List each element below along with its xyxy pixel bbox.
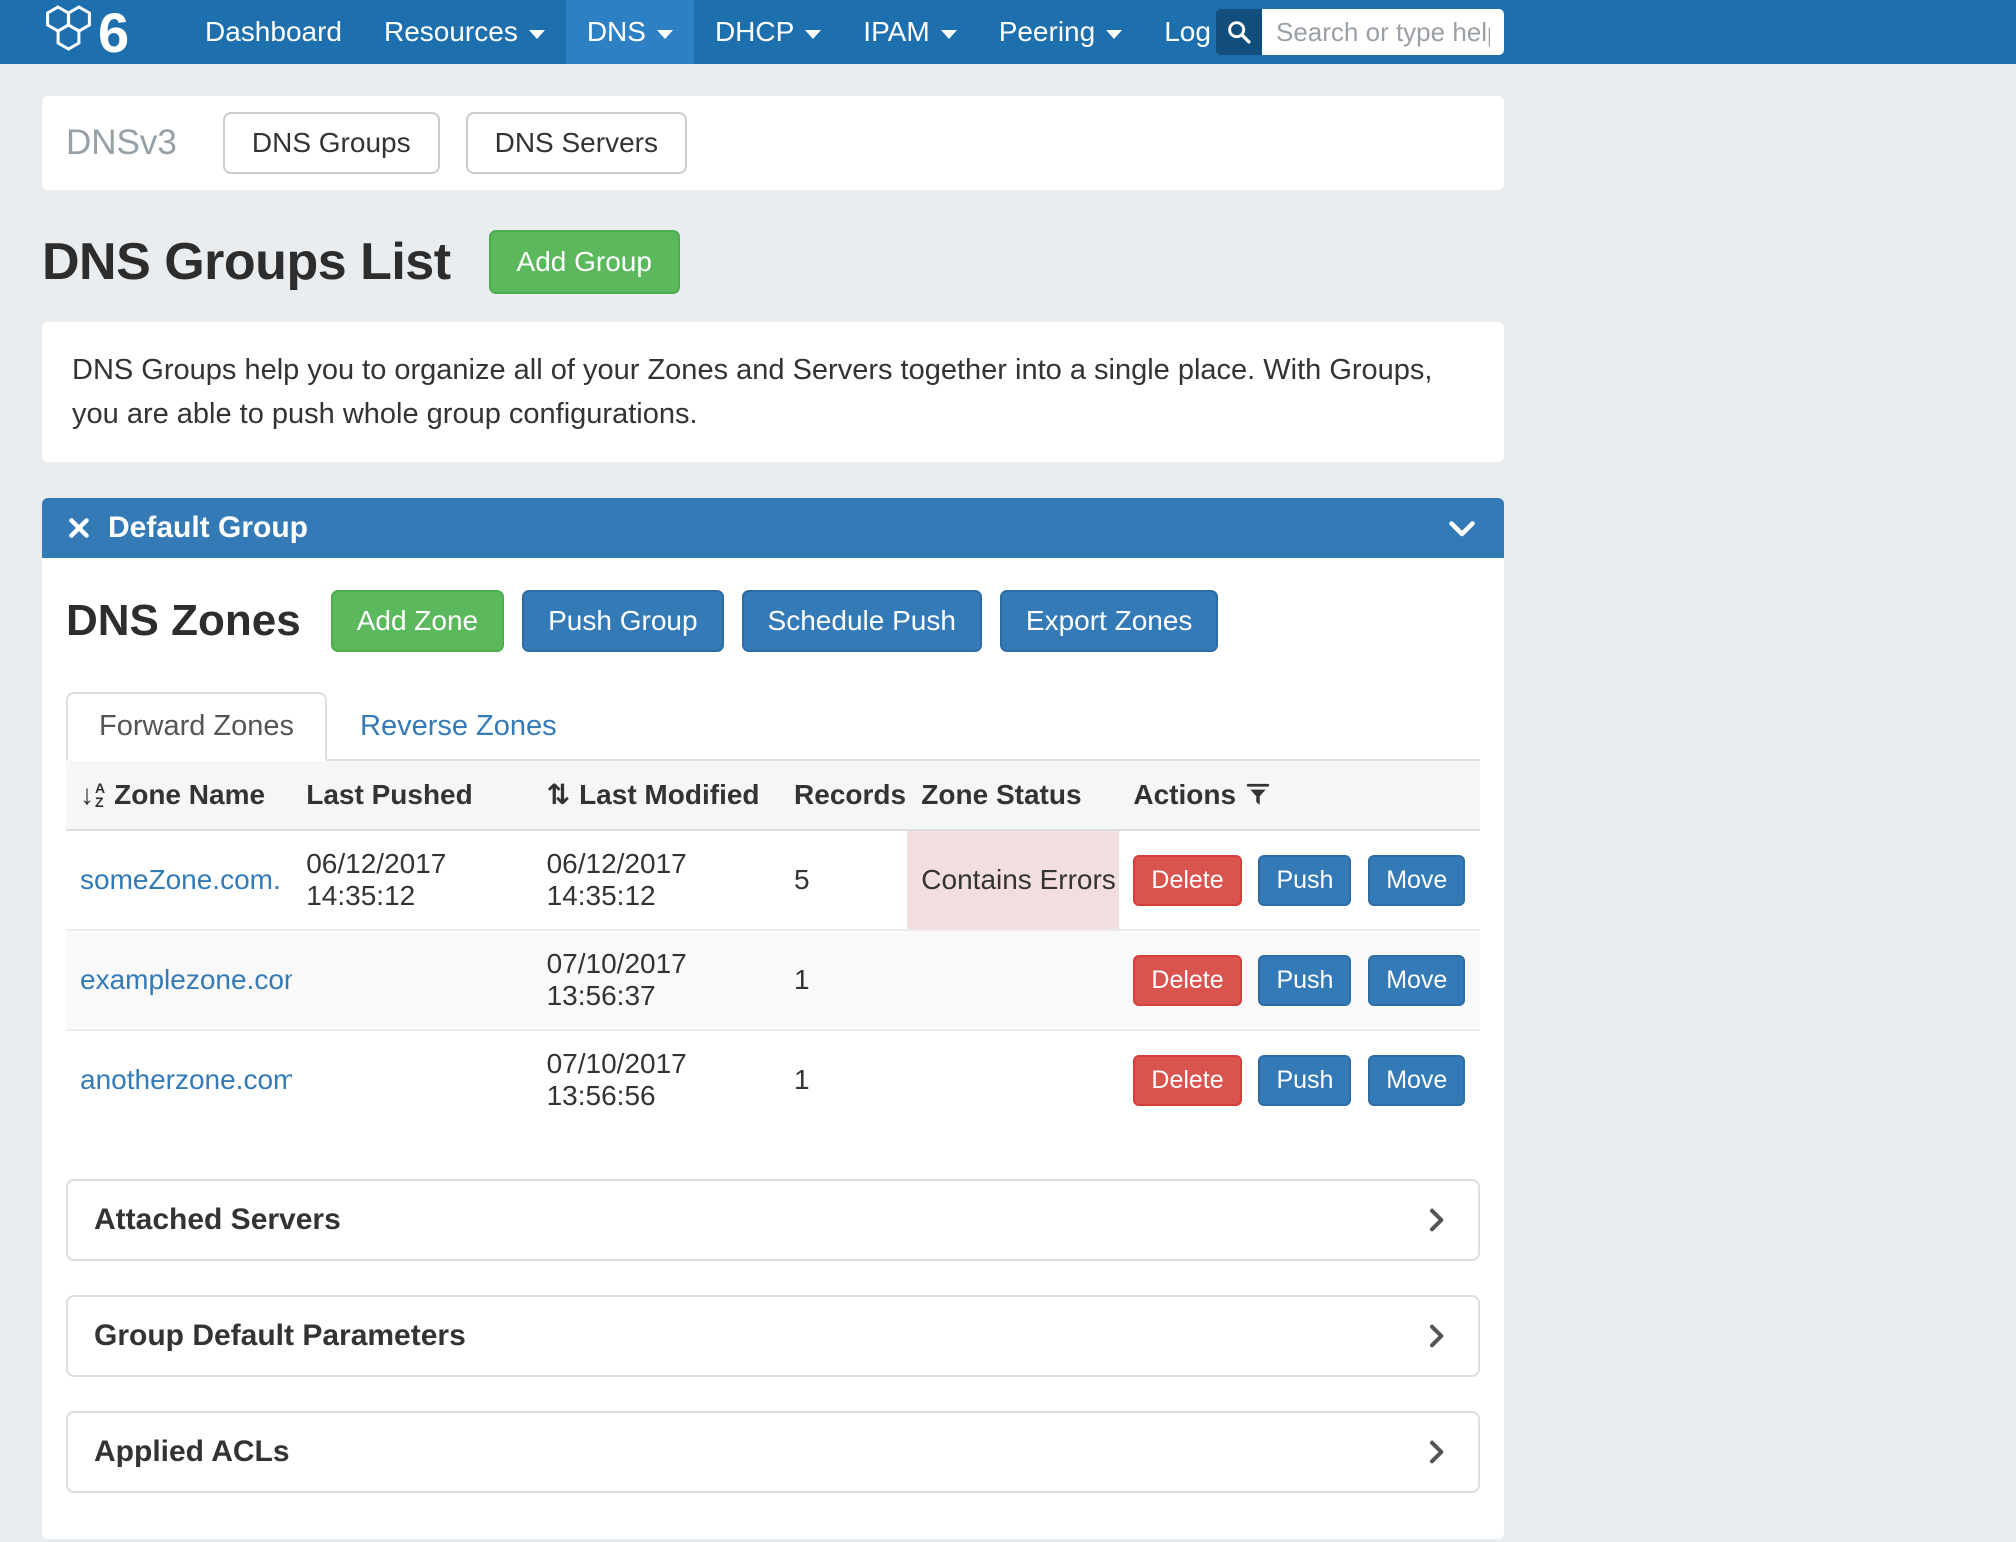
dns-groups-button[interactable]: DNS Groups — [223, 112, 440, 174]
push-button[interactable]: Push — [1258, 855, 1351, 906]
records-cell: 5 — [780, 830, 907, 930]
actions-cell: Delete Push Move Check — [1119, 1030, 1480, 1129]
sort-alpha-icon: ↓ AZ — [80, 781, 105, 809]
search-button[interactable] — [1216, 9, 1262, 55]
tab-forward-zones[interactable]: Forward Zones — [66, 692, 327, 761]
add-group-button[interactable]: Add Group — [489, 230, 680, 294]
brand-number: 6 — [98, 4, 129, 60]
section-label: Attached Servers — [94, 1203, 341, 1237]
dns-subnav-panel: DNSv3 DNS Groups DNS Servers — [42, 96, 1504, 190]
section-group-default-parameters[interactable]: Group Default Parameters — [66, 1295, 1480, 1377]
zone-link[interactable]: examplezone.com. — [80, 964, 292, 995]
section-attached-servers[interactable]: Attached Servers — [66, 1179, 1480, 1261]
last-modified-cell: 07/10/2017 13:56:37 — [533, 930, 780, 1030]
records-cell: 1 — [780, 1030, 907, 1129]
actions-cell: Delete Push Move Check — [1119, 830, 1480, 930]
move-button[interactable]: Move — [1368, 955, 1465, 1006]
description-text: DNS Groups help you to organize all of y… — [72, 354, 1433, 430]
move-button[interactable]: Move — [1368, 855, 1465, 906]
search-input[interactable] — [1262, 9, 1504, 55]
column-header-last-pushed: Last Pushed — [292, 761, 532, 830]
tab-reverse-zones[interactable]: Reverse Zones — [327, 692, 590, 761]
hexagon-logo-icon: 6 — [42, 4, 154, 60]
chevron-down-icon — [1106, 30, 1122, 39]
column-header-last-modified[interactable]: ⇅ Last Modified — [533, 761, 780, 830]
search-icon — [1225, 18, 1253, 46]
nav-item-dns[interactable]: DNS — [566, 0, 694, 64]
column-header-zone-name[interactable]: ↓ AZ Zone Name — [66, 761, 292, 830]
nav-item-label: Log — [1164, 16, 1211, 48]
nav-item-label: Peering — [999, 16, 1096, 48]
export-zones-button[interactable]: Export Zones — [1000, 590, 1219, 652]
last-pushed-cell — [292, 1030, 532, 1129]
top-navbar: 6 Dashboard Resources DNS DHCP IPAM Peer… — [0, 0, 2016, 64]
dns-zones-heading: DNS Zones — [66, 596, 301, 646]
chevron-right-icon — [1420, 1320, 1452, 1352]
section-label: Group Default Parameters — [94, 1319, 466, 1353]
delete-button[interactable]: Delete — [1133, 955, 1241, 1006]
add-zone-button[interactable]: Add Zone — [331, 590, 504, 652]
nav-item-dhcp[interactable]: DHCP — [694, 0, 842, 64]
dns-servers-button[interactable]: DNS Servers — [466, 112, 687, 174]
table-row: anotherzone.com. 07/10/2017 13:56:56 1 D… — [66, 1030, 1480, 1129]
nav-item-label: DNS — [587, 16, 646, 48]
last-pushed-cell — [292, 930, 532, 1030]
table-row: someZone.com. 06/12/2017 14:35:12 06/12/… — [66, 830, 1480, 930]
nav-item-resources[interactable]: Resources — [363, 0, 566, 64]
group-title: Default Group — [108, 511, 308, 545]
schedule-push-button[interactable]: Schedule Push — [742, 590, 982, 652]
page-title: DNS Groups List — [42, 232, 451, 292]
last-pushed-cell: 06/12/2017 14:35:12 — [292, 830, 532, 930]
push-button[interactable]: Push — [1258, 1055, 1351, 1106]
group-panel-body: DNS Zones Add Zone Push Group Schedule P… — [42, 558, 1504, 1539]
description-panel: DNS Groups help you to organize all of y… — [42, 322, 1504, 462]
nav-item-label: Resources — [384, 16, 518, 48]
collapse-toggle[interactable] — [1444, 510, 1480, 546]
zone-status-cell: Contains Errors — [907, 830, 1119, 930]
zone-status-cell — [907, 1030, 1119, 1129]
column-header-records: Records — [780, 761, 907, 830]
zones-tabbar: Forward Zones Reverse Zones — [66, 692, 1480, 761]
delete-button[interactable]: Delete — [1133, 1055, 1241, 1106]
push-group-button[interactable]: Push Group — [522, 590, 723, 652]
nav-item-dashboard[interactable]: Dashboard — [184, 0, 363, 64]
chevron-right-icon — [1420, 1436, 1452, 1468]
nav-item-peering[interactable]: Peering — [978, 0, 1144, 64]
last-modified-cell: 06/12/2017 14:35:12 — [533, 830, 780, 930]
move-button[interactable]: Move — [1368, 1055, 1465, 1106]
nav-item-label: Dashboard — [205, 16, 342, 48]
actions-cell: Delete Push Move Check — [1119, 930, 1480, 1030]
global-search — [1216, 9, 1504, 55]
subnav-title: DNSv3 — [66, 123, 177, 163]
nav-item-label: DHCP — [715, 16, 794, 48]
chevron-down-icon — [529, 30, 545, 39]
push-button[interactable]: Push — [1258, 955, 1351, 1006]
group-panel-header[interactable]: Default Group — [42, 498, 1504, 558]
zone-link[interactable]: someZone.com. — [80, 864, 281, 895]
zone-link[interactable]: anotherzone.com. — [80, 1064, 292, 1095]
chevron-right-icon — [1420, 1204, 1452, 1236]
chevron-down-icon — [941, 30, 957, 39]
app-logo[interactable]: 6 — [42, 0, 184, 64]
zone-status-cell — [907, 930, 1119, 1030]
default-group-panel: Default Group DNS Zones Add Zone Push Gr… — [42, 498, 1504, 1539]
nav-item-ipam[interactable]: IPAM — [842, 0, 977, 64]
chevron-down-icon — [1444, 510, 1480, 546]
chevron-down-icon — [805, 30, 821, 39]
table-row: examplezone.com. 07/10/2017 13:56:37 1 D… — [66, 930, 1480, 1030]
close-icon[interactable] — [66, 515, 92, 541]
records-cell: 1 — [780, 930, 907, 1030]
last-modified-cell: 07/10/2017 13:56:56 — [533, 1030, 780, 1129]
chevron-down-icon — [657, 30, 673, 39]
section-applied-acls[interactable]: Applied ACLs — [66, 1411, 1480, 1493]
delete-button[interactable]: Delete — [1133, 855, 1241, 906]
zones-table: ↓ AZ Zone Name Last Pushed ⇅ — [66, 761, 1480, 1129]
filter-icon[interactable] — [1245, 782, 1271, 808]
sort-icon: ⇅ — [547, 781, 570, 809]
column-header-zone-status: Zone Status — [907, 761, 1119, 830]
section-label: Applied ACLs — [94, 1435, 290, 1469]
table-header-row: ↓ AZ Zone Name Last Pushed ⇅ — [66, 761, 1480, 830]
column-header-actions: Actions — [1119, 761, 1480, 830]
nav-item-label: IPAM — [863, 16, 929, 48]
